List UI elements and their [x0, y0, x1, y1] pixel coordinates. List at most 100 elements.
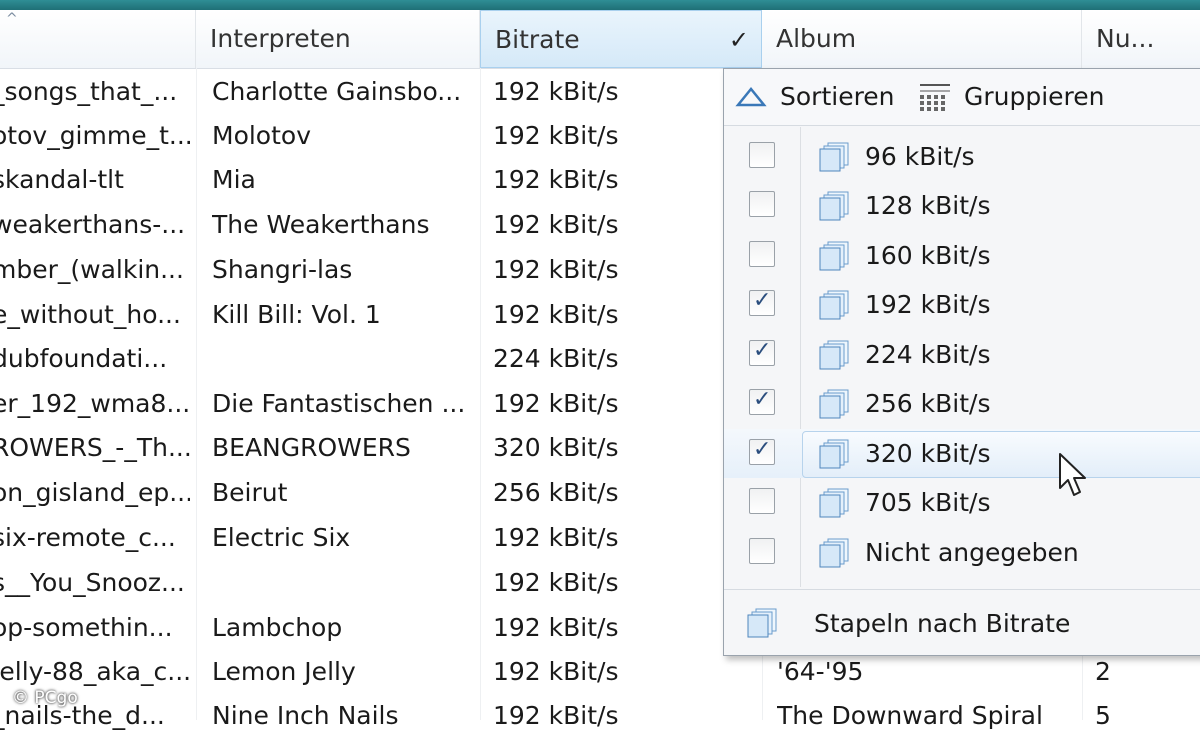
- mouse-pointer-icon: [1058, 452, 1088, 502]
- filename-cell: s__You_Snooz...: [0, 568, 185, 597]
- filter-option-unspecified[interactable]: Nicht angegeben: [724, 528, 1200, 577]
- sort-label: Sortieren: [780, 82, 895, 111]
- filter-checkbox[interactable]: [749, 142, 775, 168]
- filename-cell: weakerthans-...: [0, 210, 186, 239]
- bitrate-cell: 320 kBit/s: [493, 433, 619, 462]
- filter-option-320[interactable]: 320 kBit/s: [724, 429, 1200, 478]
- filter-option-256[interactable]: 256 kBit/s: [724, 379, 1200, 428]
- filename-cell: ROWERS_-_Th...: [0, 433, 190, 462]
- filter-option-96[interactable]: 96 kBit/s: [724, 132, 1200, 181]
- stack-icon: [746, 607, 780, 643]
- column-header-number[interactable]: Nu...: [1082, 10, 1200, 68]
- filename-cell: er_192_wma8...: [0, 389, 190, 418]
- filter-option-160[interactable]: 160 kBit/s: [724, 231, 1200, 280]
- artist-cell: Molotov: [212, 121, 311, 150]
- artist-cell: Charlotte Gainsbo...: [212, 77, 462, 106]
- bitrate-cell: 192 kBit/s: [493, 389, 619, 418]
- album-cell: '64-'95: [777, 657, 864, 686]
- artist-cell: [212, 561, 472, 605]
- column-header-bar: ^ Interpreten Bitrate ✓ Album Nu...: [0, 10, 1200, 69]
- sort-button[interactable]: Sortieren: [734, 69, 904, 125]
- bitrate-cell: 192 kBit/s: [493, 77, 619, 106]
- stack-icon: [818, 537, 852, 573]
- stack-icon: [818, 190, 852, 226]
- filter-option-128[interactable]: 128 kBit/s: [724, 181, 1200, 230]
- column-header-label: Album: [776, 24, 857, 53]
- filter-option-label: Nicht angegeben: [865, 538, 1079, 567]
- stack-by-bitrate-item[interactable]: Stapeln nach Bitrate: [724, 599, 1200, 649]
- menu-toolbar: Sortieren Gruppieren: [724, 69, 1200, 126]
- filter-option-192[interactable]: 192 kBit/s: [724, 280, 1200, 329]
- artist-cell: [212, 337, 472, 381]
- column-header-name[interactable]: ^: [0, 10, 196, 68]
- filter-checkbox-checked[interactable]: [749, 338, 775, 366]
- filter-option-label: 320 kBit/s: [865, 439, 991, 468]
- column-header-label: Bitrate: [495, 25, 580, 54]
- filename-cell: otov_gimme_t...: [0, 121, 190, 150]
- table-row[interactable]: Jelly-88_aka_c... Lemon Jelly 192 kBit/s…: [0, 650, 1200, 694]
- filename-cell: e_without_ho...: [0, 300, 181, 329]
- artist-cell: Electric Six: [212, 523, 351, 552]
- filter-checkbox-checked[interactable]: [749, 288, 775, 316]
- track-number-cell: 2: [1095, 657, 1111, 686]
- artist-cell: Mia: [212, 165, 256, 194]
- bitrate-cell: 192 kBit/s: [493, 657, 619, 686]
- bitrate-cell: 192 kBit/s: [493, 300, 619, 329]
- watermark: © PCgo: [12, 688, 78, 708]
- filter-option-label: 705 kBit/s: [865, 488, 991, 517]
- menu-divider: [724, 589, 1200, 590]
- track-number-cell: 5: [1095, 701, 1111, 730]
- bitrate-cell: 192 kBit/s: [493, 121, 619, 150]
- filter-checkbox-checked[interactable]: [749, 387, 775, 415]
- stack-icon: [818, 339, 852, 375]
- filename-cell: op-somethin...: [0, 613, 173, 642]
- filter-checkbox[interactable]: [749, 191, 775, 217]
- filename-cell: six-remote_c...: [0, 523, 176, 552]
- stack-icon: [818, 289, 852, 325]
- bitrate-cell: 192 kBit/s: [493, 568, 619, 597]
- column-header-interpreten[interactable]: Interpreten: [196, 10, 480, 68]
- artist-cell: Lemon Jelly: [212, 657, 356, 686]
- artist-cell: Lambchop: [212, 613, 343, 642]
- column-header-label: Nu...: [1096, 24, 1155, 53]
- filter-checkbox[interactable]: [749, 241, 775, 267]
- bitrate-cell: 192 kBit/s: [493, 165, 619, 194]
- artist-cell: BEANGROWERS: [212, 433, 411, 462]
- checkmark-dropdown-icon[interactable]: ✓: [729, 11, 749, 67]
- stack-icon: [818, 141, 852, 177]
- stack-icon: [818, 487, 852, 523]
- filter-option-label: 224 kBit/s: [865, 340, 991, 369]
- table-row[interactable]: _nails-the_d... Nine Inch Nails 192 kBit…: [0, 694, 1200, 738]
- bitrate-filter-menu: Sortieren Gruppieren 96 kBit/s 128 kBit/…: [723, 68, 1200, 656]
- filter-checkbox[interactable]: [749, 538, 775, 564]
- artist-cell: Shangri-las: [212, 255, 353, 284]
- filter-checkbox[interactable]: [749, 488, 775, 514]
- filter-checkbox-checked[interactable]: [749, 437, 775, 465]
- filter-option-label: 256 kBit/s: [865, 389, 991, 418]
- group-button[interactable]: Gruppieren: [916, 69, 1116, 125]
- window-titlebar-strip: [0, 0, 1200, 10]
- column-header-album[interactable]: Album: [762, 10, 1082, 68]
- bitrate-cell: 192 kBit/s: [493, 613, 619, 642]
- filter-option-705[interactable]: 705 kBit/s: [724, 478, 1200, 527]
- filter-option-label: 160 kBit/s: [865, 241, 991, 270]
- filter-option-224[interactable]: 224 kBit/s: [724, 330, 1200, 379]
- hover-highlight: [802, 431, 1200, 478]
- column-header-bitrate[interactable]: Bitrate ✓: [480, 10, 762, 68]
- stack-icon: [818, 388, 852, 424]
- stack-icon: [818, 438, 852, 474]
- filename-cell: _songs_that_...: [0, 77, 178, 106]
- bitrate-cell: 192 kBit/s: [493, 255, 619, 284]
- group-label: Gruppieren: [964, 82, 1105, 111]
- bitrate-cell: 192 kBit/s: [493, 523, 619, 552]
- bitrate-cell: 192 kBit/s: [493, 701, 619, 730]
- filter-option-label: 96 kBit/s: [865, 142, 975, 171]
- bitrate-cell: 256 kBit/s: [493, 478, 619, 507]
- artist-cell: Nine Inch Nails: [212, 701, 399, 730]
- column-header-label: Interpreten: [210, 24, 351, 53]
- bitrate-cell: 224 kBit/s: [493, 344, 619, 373]
- filename-cell: on_gisland_ep...: [0, 478, 190, 507]
- filename-cell: skandal-tlt: [0, 165, 124, 194]
- filename-cell: mber_(walkin...: [0, 255, 184, 284]
- stack-by-label: Stapeln nach Bitrate: [814, 609, 1071, 638]
